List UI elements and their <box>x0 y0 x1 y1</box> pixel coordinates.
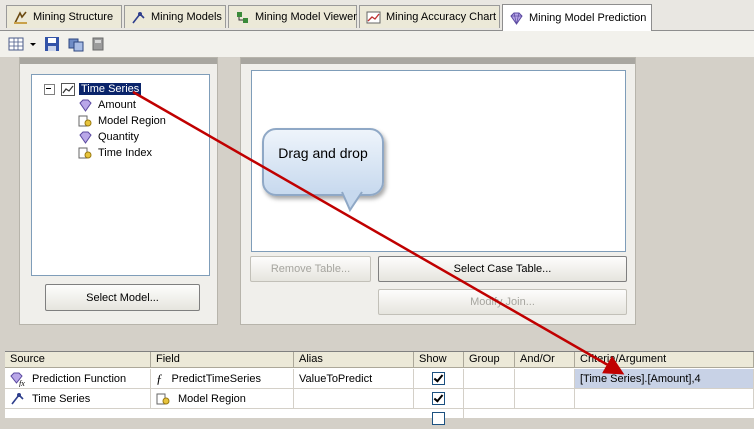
tree-item-label: Quantity <box>98 131 139 143</box>
column-header-alias[interactable]: Alias <box>294 352 414 368</box>
table-row-show[interactable] <box>414 369 464 389</box>
tab-mining-accuracy-chart[interactable]: Mining Accuracy Chart <box>359 5 500 28</box>
column-predict-icon <box>78 98 92 112</box>
tab-mining-model-viewer[interactable]: Mining Model Viewer <box>228 5 357 28</box>
viewer-icon <box>235 10 250 25</box>
tab-label: Mining Model Prediction <box>529 12 647 24</box>
table-row-criteria[interactable]: [Time Series].[Amount],4 <box>575 369 754 389</box>
tab-mining-models[interactable]: Mining Models <box>124 5 226 28</box>
show-checkbox[interactable] <box>432 372 445 385</box>
column-header-criteria[interactable]: Criteria/Argument <box>575 352 754 368</box>
tab-label: Mining Accuracy Chart <box>386 11 497 23</box>
mining-models-icon <box>131 10 146 25</box>
modify-join-button[interactable]: Modify Join... <box>378 289 627 315</box>
table-row-and-or[interactable] <box>515 369 575 389</box>
table-row-source[interactable]: Time Series <box>5 389 151 409</box>
tab-label: Mining Models <box>151 11 222 23</box>
singleton-query-icon[interactable] <box>68 36 84 52</box>
table-row-source[interactable]: fx Prediction Function <box>5 369 151 389</box>
tree-item-model-region[interactable]: Model Region <box>78 113 168 129</box>
run-query-icon[interactable] <box>90 36 106 52</box>
table-row-field[interactable]: ƒ PredictTimeSeries <box>151 369 294 389</box>
mining-model-icon <box>10 391 26 407</box>
show-checkbox[interactable] <box>432 392 445 405</box>
panel-title-bar <box>20 58 217 64</box>
save-icon[interactable] <box>44 36 60 52</box>
tab-label: Mining Model Viewer <box>255 11 357 23</box>
tree-root-label: Time Series <box>79 83 142 95</box>
column-predict-icon <box>78 130 92 144</box>
select-case-table-button[interactable]: Select Case Table... <box>378 256 627 282</box>
show-checkbox[interactable] <box>432 412 445 425</box>
tab-mining-structure[interactable]: Mining Structure <box>6 5 122 28</box>
remove-table-button[interactable]: Remove Table... <box>250 256 371 282</box>
tree-item-quantity[interactable]: Quantity <box>78 129 141 145</box>
table-row-alias[interactable]: ValueToPredict <box>294 369 414 389</box>
prediction-query-grid: Source Field Alias Show Group And/Or Cri… <box>5 351 754 429</box>
column-header-and-or[interactable]: And/Or <box>515 352 575 368</box>
tree-item-label: Model Region <box>98 115 166 127</box>
collapse-icon[interactable] <box>44 83 55 95</box>
tree-root-time-series[interactable]: Time Series <box>44 81 142 97</box>
key-column-icon <box>156 392 170 406</box>
panel-title-bar <box>241 58 635 64</box>
prediction-function-icon: fx <box>10 371 26 387</box>
time-series-model-icon <box>61 82 75 96</box>
accuracy-chart-icon <box>366 10 381 25</box>
tree-item-label: Time Index <box>98 147 153 159</box>
source-text: Time Series <box>32 392 91 405</box>
field-text: PredictTimeSeries <box>171 372 261 385</box>
table-row-show[interactable] <box>414 409 464 429</box>
tab-mining-model-prediction[interactable]: Mining Model Prediction <box>502 4 652 31</box>
mining-structure-icon <box>13 10 28 25</box>
column-header-field[interactable]: Field <box>151 352 294 368</box>
drag-and-drop-callout: Drag and drop <box>262 128 384 196</box>
key-column-icon <box>78 114 92 128</box>
designer-tab-strip: Mining Structure Mining Models Mining Mo… <box>0 0 754 31</box>
toolbar <box>0 31 754 57</box>
mining-model-panel: Time Series Amount Model Region Quantity… <box>19 57 218 325</box>
model-tree-view[interactable]: Time Series Amount Model Region Quantity… <box>31 74 210 276</box>
table-row-show[interactable] <box>414 389 464 409</box>
dropdown-arrow-icon[interactable] <box>28 36 38 52</box>
function-icon: ƒ <box>156 370 163 386</box>
result-view-grid-icon[interactable] <box>8 36 24 52</box>
select-model-button[interactable]: Select Model... <box>45 284 200 311</box>
table-row-criteria[interactable] <box>575 389 754 409</box>
callout-tail <box>341 190 363 213</box>
table-row-group[interactable] <box>464 389 515 409</box>
source-text: Prediction Function <box>32 372 127 385</box>
tree-item-amount[interactable]: Amount <box>78 97 138 113</box>
table-row-group[interactable] <box>464 369 515 389</box>
field-text: Model Region <box>178 392 246 405</box>
key-column-icon <box>78 146 92 160</box>
table-row-field[interactable]: Model Region <box>151 389 294 409</box>
tree-item-label: Amount <box>98 99 136 111</box>
svg-text:fx: fx <box>19 379 25 387</box>
tree-item-time-index[interactable]: Time Index <box>78 145 154 161</box>
table-row-and-or[interactable] <box>515 389 575 409</box>
table-row-alias[interactable] <box>294 389 414 409</box>
prediction-diamond-icon <box>509 11 524 26</box>
tab-label: Mining Structure <box>33 11 114 23</box>
column-header-show[interactable]: Show <box>414 352 464 368</box>
callout-text: Drag and drop <box>278 145 368 161</box>
column-header-source[interactable]: Source <box>5 352 151 368</box>
column-header-group[interactable]: Group <box>464 352 515 368</box>
